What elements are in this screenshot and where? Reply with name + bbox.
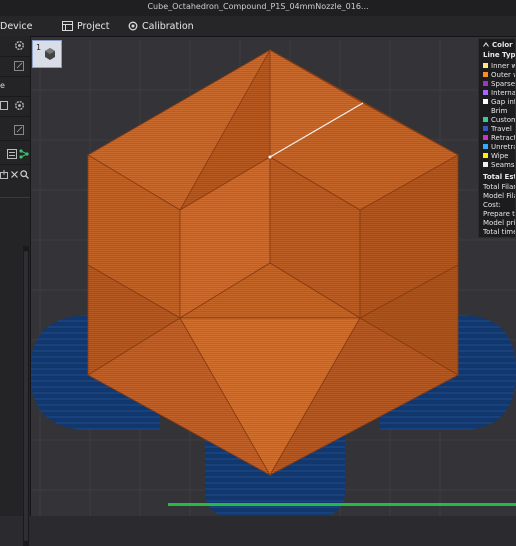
- legend-swatch: [483, 153, 488, 158]
- legend-item-label: Outer wall: [491, 70, 515, 79]
- legend-item-label: Brim: [491, 106, 508, 115]
- sidebar-row-settings[interactable]: [0, 120, 30, 141]
- sidebar-row-objects[interactable]: [0, 144, 30, 165]
- title-bar: Cube_Octahedron_Compound_P1S_04mmNozzle_…: [0, 0, 516, 17]
- gear-icon[interactable]: [14, 100, 25, 111]
- sidebar-scrollbar[interactable]: [24, 251, 28, 541]
- sidebar-row-filament[interactable]: [0, 96, 30, 117]
- sidebar-row-process[interactable]: e: [0, 76, 30, 97]
- gear-icon[interactable]: [14, 40, 25, 51]
- sidebar-row-printer[interactable]: [0, 36, 30, 57]
- legend-item-label: Wipe: [491, 151, 509, 160]
- line-type-label: Line Type: [483, 51, 516, 59]
- stat-model-printing-time: Model printing time:: [483, 219, 516, 227]
- legend-item-label: Custom: [491, 115, 516, 124]
- estimation-title: Total Estimation: [483, 173, 515, 181]
- legend-item-label: Retract: [491, 133, 516, 142]
- legend-item: Outer wall: [483, 70, 515, 79]
- legend-item: Seams: [483, 160, 515, 169]
- tab-project-label: Project: [77, 20, 110, 32]
- export-icon[interactable]: [0, 170, 8, 179]
- sidebar-row-plate[interactable]: [0, 56, 30, 77]
- plate-number: 1: [36, 43, 42, 52]
- plate-thumbnail[interactable]: 1: [32, 40, 62, 68]
- legend-swatch: [483, 63, 488, 68]
- legend-swatch: [483, 162, 488, 167]
- legend-item-label: Unretract: [491, 142, 515, 151]
- search-icon[interactable]: [20, 170, 29, 179]
- legend-swatch: [483, 144, 488, 149]
- legend-swatch: [483, 108, 488, 113]
- legend-item: Custom: [483, 115, 516, 124]
- legend-item: Retract: [483, 133, 516, 142]
- menu-bar: Device Project Calibration: [0, 16, 516, 37]
- tab-calibration-label: Calibration: [142, 20, 194, 32]
- legend-item-label: Seams: [491, 160, 515, 169]
- stat-total-time: Total time:: [483, 228, 515, 236]
- plate-model-icon: [45, 48, 55, 60]
- legend-item: Inner wall: [483, 61, 515, 70]
- legend-item-label: Travel: [491, 124, 512, 133]
- tab-device-label: Device: [0, 20, 33, 32]
- legend-item-label: Gap infill: [491, 97, 516, 106]
- calibration-icon: [128, 21, 138, 31]
- legend-panel: Color Scheme Line Type Inner wall Outer …: [478, 38, 516, 238]
- edit-icon[interactable]: [14, 61, 24, 71]
- list-icon[interactable]: [7, 149, 17, 159]
- legend-swatch: [483, 99, 488, 104]
- legend-item: Wipe: [483, 151, 508, 160]
- edit-icon[interactable]: [14, 125, 24, 135]
- layer-progress-bar[interactable]: [168, 503, 516, 506]
- legend-header-label: Color Scheme: [492, 41, 515, 49]
- legend-item-label: Internal solid infill: [491, 88, 516, 97]
- legend-swatch: [483, 126, 488, 131]
- chevron-up-icon: [483, 42, 489, 47]
- legend-item-label: Sparse infill: [491, 79, 516, 88]
- project-icon: [62, 21, 73, 31]
- legend-swatch: [483, 117, 488, 122]
- viewport-3d[interactable]: [31, 37, 516, 516]
- legend-swatch: [483, 72, 488, 77]
- stat-prepare-time: Prepare time:: [483, 210, 515, 218]
- legend-item: Unretract: [483, 142, 515, 151]
- tab-project[interactable]: Project: [62, 19, 110, 33]
- stat-model-filament: Model Filament:: [483, 192, 515, 200]
- legend-item: Sparse infill: [483, 79, 516, 88]
- sidebar-row-toolbar: [0, 166, 30, 186]
- sidebar-divider: [0, 196, 30, 198]
- left-sidebar: e: [0, 36, 31, 546]
- legend-swatch: [483, 81, 488, 86]
- stat-cost: Cost:: [483, 201, 501, 209]
- legend-item: Gap infill: [483, 97, 516, 106]
- legend-header[interactable]: Color Scheme: [483, 41, 515, 49]
- gcode-preview: [31, 40, 516, 516]
- legend-swatch: [483, 135, 488, 140]
- legend-item: Travel: [483, 124, 512, 133]
- close-icon[interactable]: [11, 171, 18, 178]
- legend-item: Internal solid infill: [483, 88, 516, 97]
- legend-item: Brim: [483, 106, 507, 115]
- legend-swatch: [483, 90, 488, 95]
- tab-device[interactable]: Device: [0, 19, 33, 33]
- tab-calibration[interactable]: Calibration: [128, 19, 194, 33]
- sidebar-partial-text: e: [0, 81, 5, 90]
- legend-item-label: Inner wall: [491, 61, 515, 70]
- stat-total-filament: Total Filament:: [483, 183, 515, 191]
- plate-icon[interactable]: [0, 101, 8, 110]
- tree-icon[interactable]: [19, 149, 29, 159]
- window-title: Cube_Octahedron_Compound_P1S_04mmNozzle_…: [147, 2, 369, 11]
